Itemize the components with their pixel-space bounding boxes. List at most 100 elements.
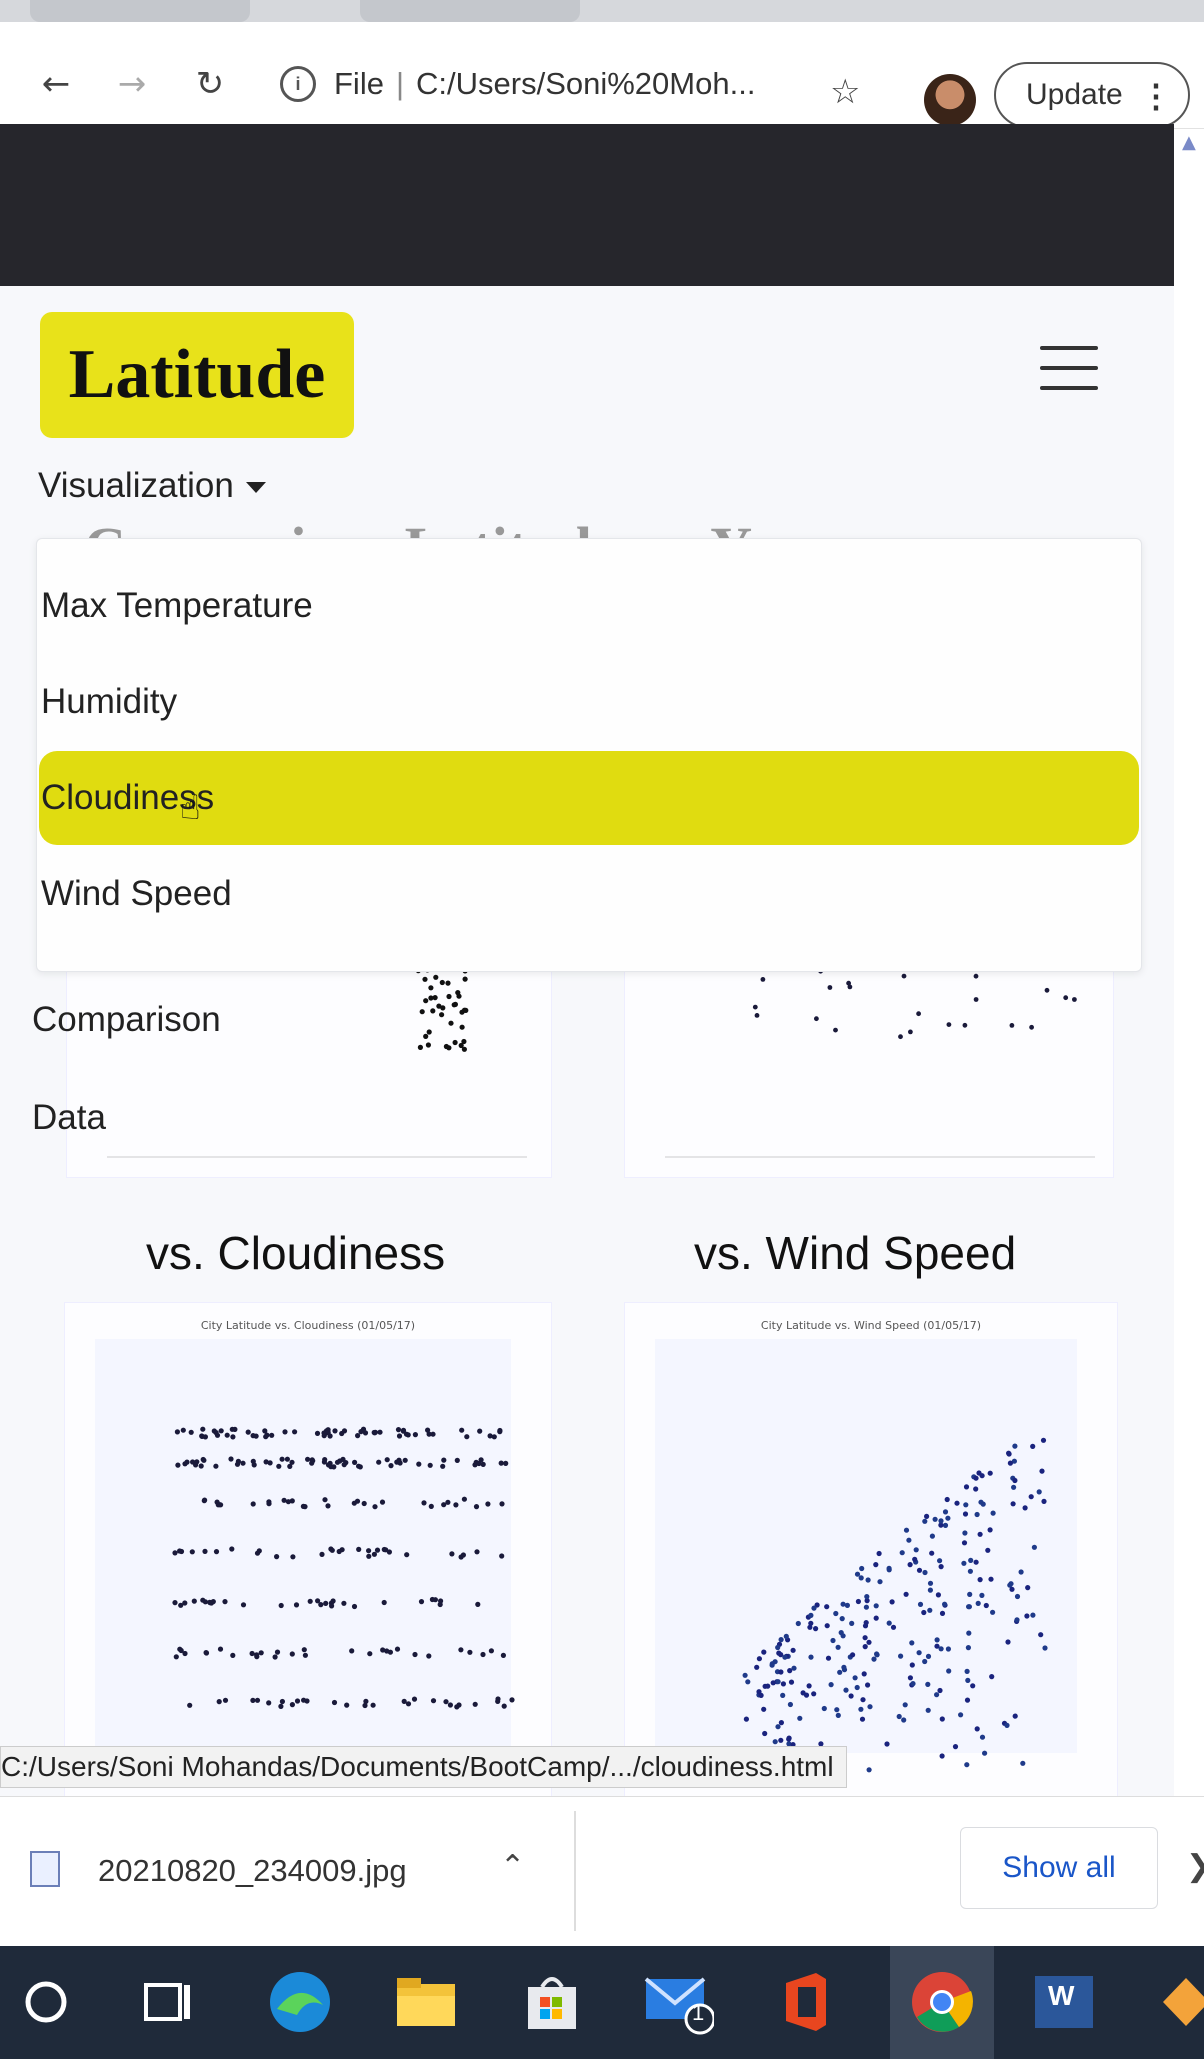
scatter-point xyxy=(1028,1494,1034,1500)
scatter-point xyxy=(830,1637,836,1644)
mail-badge: 1 xyxy=(692,2000,705,2025)
menu-dots-icon[interactable]: ⋮ xyxy=(1140,74,1172,118)
scatter-point xyxy=(909,1662,915,1668)
scatter-point xyxy=(1038,1632,1044,1638)
navbar-brand[interactable]: Latitude xyxy=(40,312,354,438)
scatter-point xyxy=(916,1650,922,1656)
nav-link-data[interactable]: Data xyxy=(32,1098,106,1138)
scatter-point xyxy=(188,1429,194,1435)
plot-area xyxy=(95,1339,511,1753)
info-icon[interactable]: i xyxy=(280,66,316,102)
tab-strip xyxy=(0,0,1204,22)
scatter-point xyxy=(775,1724,781,1730)
scatter-point xyxy=(987,1527,993,1533)
browser-tab[interactable] xyxy=(30,0,250,22)
show-all-button[interactable]: Show all xyxy=(960,1827,1158,1909)
edge-icon[interactable] xyxy=(264,1966,336,2038)
scatter-point xyxy=(907,1562,913,1568)
scatter-point xyxy=(423,998,429,1004)
scatter-point xyxy=(200,1426,206,1432)
scroll-up-arrow-icon[interactable]: ▲ xyxy=(1182,132,1196,153)
update-button[interactable]: Update ⋮ xyxy=(994,62,1190,128)
scatter-point xyxy=(1010,1501,1016,1507)
mail-icon[interactable]: 1 xyxy=(642,1966,714,2038)
scatter-point xyxy=(272,1654,278,1660)
scatter-point xyxy=(322,1457,328,1463)
download-file-name[interactable]: 20210820_234009.jpg xyxy=(98,1853,407,1889)
chart-cloudiness[interactable]: City Latitude vs. Cloudiness (01/05/17) xyxy=(64,1302,552,1796)
dropdown-item-max-temperature[interactable]: Max Temperature xyxy=(39,559,1139,653)
scatter-point xyxy=(765,1683,771,1689)
cortana-icon[interactable] xyxy=(10,1966,82,2038)
scatter-point xyxy=(344,1702,350,1708)
scatter-point xyxy=(762,1730,768,1737)
scatter-point xyxy=(458,1042,464,1049)
browser-toolbar: ← → ↻ i File | C:/Users/Soni%20Moh... ☆ … xyxy=(0,22,1204,129)
scatter-point xyxy=(276,1463,282,1469)
scatter-point xyxy=(974,1511,980,1518)
page-header-band xyxy=(0,124,1174,286)
scatter-point xyxy=(426,1431,432,1437)
scatter-point xyxy=(1041,1498,1047,1504)
back-icon[interactable]: ← xyxy=(34,62,78,106)
scatter-point xyxy=(843,1687,849,1693)
scatter-point xyxy=(834,1707,840,1713)
scatter-point xyxy=(418,1599,425,1605)
scatter-point xyxy=(1031,1544,1037,1550)
chevron-up-icon[interactable]: ⌃ xyxy=(500,1849,525,1884)
visualization-dropdown-toggle[interactable]: Visualization xyxy=(38,466,266,506)
task-view-icon[interactable] xyxy=(132,1966,204,2038)
scatter-point xyxy=(808,1654,814,1660)
scatter-point xyxy=(180,1427,186,1433)
forward-icon[interactable]: → xyxy=(110,62,154,106)
scatter-point xyxy=(965,1645,971,1651)
scatter-point xyxy=(454,1457,460,1463)
scatter-point xyxy=(363,1698,369,1704)
scatter-point xyxy=(963,1502,969,1508)
scatter-point xyxy=(387,1649,393,1655)
scatter-point xyxy=(922,1518,928,1524)
scatter-point xyxy=(756,1656,762,1662)
scatter-point xyxy=(754,1664,760,1670)
snip-tool-icon[interactable] xyxy=(1150,1966,1204,2038)
scatter-point xyxy=(886,1620,892,1626)
nav-link-comparison[interactable]: Comparison xyxy=(32,1000,221,1040)
scatter-point xyxy=(778,1737,784,1743)
chart-wind-speed[interactable]: City Latitude vs. Wind Speed (01/05/17) xyxy=(624,1302,1118,1796)
office-icon[interactable] xyxy=(770,1966,842,2038)
scatter-point xyxy=(452,1039,458,1046)
word-icon[interactable]: W xyxy=(1028,1966,1100,2038)
scatter-point xyxy=(1030,1443,1036,1449)
scatter-point xyxy=(191,1598,197,1604)
reload-icon[interactable]: ↻ xyxy=(188,62,232,106)
address-bar[interactable]: i File | C:/Users/Soni%20Moh... xyxy=(280,58,840,110)
scatter-point xyxy=(207,1600,213,1606)
scatter-point xyxy=(1005,1639,1011,1645)
dropdown-item-cloudiness[interactable]: Cloudiness xyxy=(39,751,1139,845)
file-explorer-icon[interactable] xyxy=(390,1966,462,2038)
scatter-point xyxy=(214,1499,220,1505)
store-icon[interactable] xyxy=(516,1966,588,2038)
close-icon[interactable]: ❯ xyxy=(1186,1849,1204,1884)
scatter-point xyxy=(966,1630,972,1636)
dropdown-item-humidity[interactable]: Humidity xyxy=(39,655,1139,749)
scatter-point xyxy=(1024,1613,1030,1619)
scatter-point xyxy=(833,1027,838,1033)
scatter-point xyxy=(970,1683,976,1689)
scatter-point xyxy=(458,1647,464,1653)
scatter-point xyxy=(213,1549,220,1555)
scatter-point xyxy=(942,1601,948,1607)
scatter-point xyxy=(426,1029,432,1035)
dropdown-item-wind-speed[interactable]: Wind Speed xyxy=(39,847,1139,941)
hamburger-menu-icon[interactable] xyxy=(1040,346,1098,392)
bookmark-star-icon[interactable]: ☆ xyxy=(830,72,860,112)
scatter-point xyxy=(858,1706,864,1712)
browser-tab[interactable] xyxy=(360,0,580,22)
scatter-point xyxy=(983,1602,989,1609)
scatter-point xyxy=(929,1533,935,1539)
chrome-icon[interactable] xyxy=(906,1966,978,2038)
avatar[interactable] xyxy=(924,74,976,126)
scatter-point xyxy=(898,1653,904,1659)
scatter-point xyxy=(355,1433,361,1439)
scatter-point xyxy=(366,1553,372,1559)
